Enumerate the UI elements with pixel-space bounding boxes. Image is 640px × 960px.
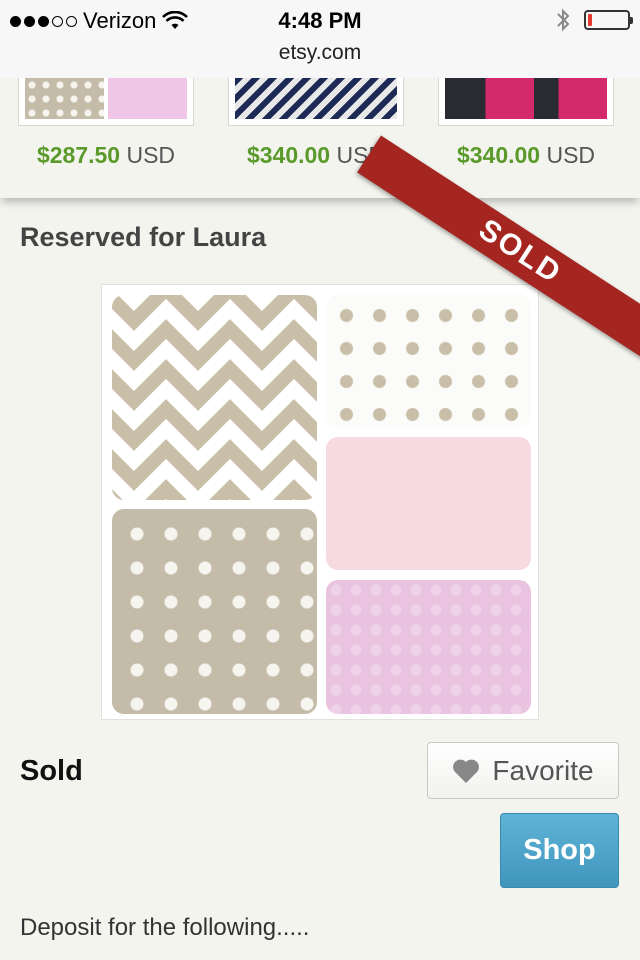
address-bar[interactable]: etsy.com: [0, 40, 640, 78]
clock: 4:48 PM: [278, 8, 362, 33]
related-listing[interactable]: $340.00 USD: [438, 78, 614, 169]
heart-icon: [453, 759, 480, 783]
related-listing-price: $287.50 USD: [36, 142, 176, 168]
related-listing[interactable]: $287.50 USD: [18, 78, 194, 169]
shop-label: Shop: [523, 834, 596, 866]
white-polka-dot-fabric-swatch: [326, 295, 531, 427]
listing-title: Reserved for Laura: [20, 222, 267, 252]
pink-minky-dot-fabric-swatch: [326, 580, 531, 714]
listing-image[interactable]: [101, 284, 539, 720]
pink-fabric-swatch: [326, 437, 531, 570]
favorite-label: Favorite: [492, 754, 594, 786]
related-listing-thumbnail[interactable]: [228, 78, 404, 126]
related-listing-price: $340.00 USD: [456, 142, 596, 168]
favorite-button[interactable]: Favorite: [427, 742, 619, 799]
status-bar: Verizon 4:48 PM: [0, 0, 640, 40]
url-text: etsy.com: [278, 41, 362, 64]
battery-icon: [584, 10, 633, 30]
listing-status: Sold: [20, 755, 83, 787]
chevron-fabric-swatch: [112, 295, 317, 500]
related-listing-thumbnail[interactable]: [18, 78, 194, 126]
listing-description: Deposit for the following.....: [20, 914, 310, 941]
related-listings: $287.50 USD $340.00 USD $340.00 USD: [0, 78, 640, 198]
taupe-polka-dot-fabric-swatch: [112, 509, 317, 714]
bluetooth-icon: [557, 8, 570, 32]
related-listing-thumbnail[interactable]: [438, 78, 614, 126]
shop-button[interactable]: Shop: [500, 813, 619, 888]
